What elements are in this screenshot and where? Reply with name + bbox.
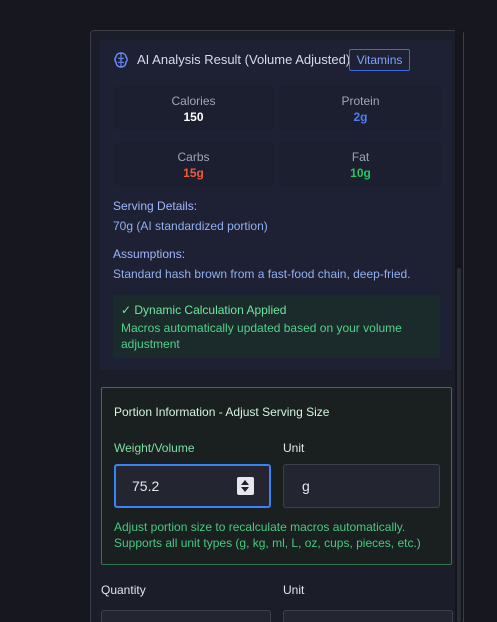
quantity-label: Quantity xyxy=(101,583,146,597)
calc-desc: Macros automatically updated based on yo… xyxy=(121,320,432,352)
serving-details-label: Serving Details: xyxy=(113,199,198,213)
analysis-title: AI Analysis Result (Volume Adjusted) xyxy=(137,52,351,67)
spinner-up-icon[interactable] xyxy=(241,480,249,485)
stat-value: 10g xyxy=(350,166,371,180)
weight-volume-label: Weight/Volume xyxy=(114,441,195,455)
stat-label: Calories xyxy=(171,94,216,108)
scrollbar-thumb[interactable] xyxy=(457,268,461,622)
stat-value: 150 xyxy=(183,110,204,124)
calc-desc-line2: adjustment xyxy=(121,337,180,351)
unit-label: Unit xyxy=(283,441,305,455)
portion-help-line1: Adjust portion size to recalculate macro… xyxy=(114,520,406,534)
portion-title: Portion Information - Adjust Serving Siz… xyxy=(114,405,330,419)
calc-title: ✓ Dynamic Calculation Applied xyxy=(121,303,287,317)
portion-help-line2: Supports all unit types (g, kg, ml, L, o… xyxy=(114,536,421,550)
assumptions-label: Assumptions: xyxy=(113,247,186,261)
stat-value: 15g xyxy=(183,166,204,180)
stat-label: Carbs xyxy=(177,150,210,164)
stat-calories: Calories 150 xyxy=(113,86,274,130)
quantity-unit-input[interactable] xyxy=(283,610,453,622)
serving-details-text: 70g (AI standardized portion) xyxy=(113,219,268,233)
stat-value: 2g xyxy=(353,110,368,124)
unit-input[interactable]: g xyxy=(283,464,440,508)
stat-label: Protein xyxy=(341,94,380,108)
brain-icon xyxy=(114,52,128,68)
stat-carbs: Carbs 15g xyxy=(113,142,274,186)
quantity-input[interactable] xyxy=(101,610,271,622)
quantity-unit-label: Unit xyxy=(283,583,305,597)
dynamic-calculation-notice: ✓ Dynamic Calculation Applied Macros aut… xyxy=(113,295,440,358)
calc-desc-line1: Macros automatically updated based on yo… xyxy=(121,321,402,335)
assumptions-text: Standard hash brown from a fast-food cha… xyxy=(113,267,411,281)
stat-fat: Fat 10g xyxy=(280,142,441,186)
stat-protein: Protein 2g xyxy=(280,86,441,130)
stat-label: Fat xyxy=(351,150,370,164)
vitamins-button[interactable]: Vitamins xyxy=(349,49,410,71)
spinner-down-icon[interactable] xyxy=(241,487,249,492)
number-spinner[interactable] xyxy=(237,477,254,495)
